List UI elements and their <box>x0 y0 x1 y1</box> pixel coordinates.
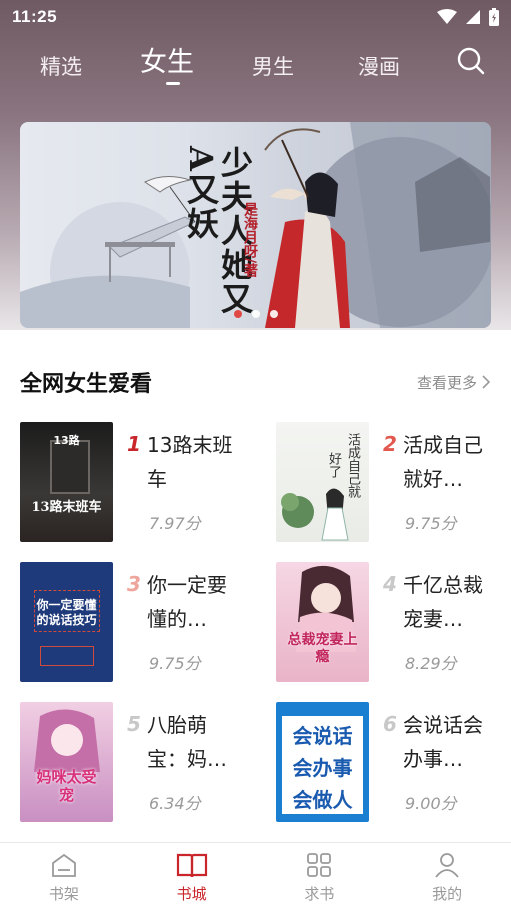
cover-title-text: 你一定要懂的说话技巧 <box>36 598 97 627</box>
cover-top-text: 13路 <box>53 434 80 447</box>
book-info: 4 千亿总裁宠妻… 8.29分 <box>383 562 491 682</box>
cover-title-text: 妈咪太受宠 <box>36 768 97 804</box>
tab-featured[interactable]: 精选 <box>40 51 82 81</box>
top-navigation: 精选 女生 男生 漫画 <box>0 36 511 96</box>
section-title: 全网女生爱看 <box>20 372 153 397</box>
banner-dot[interactable] <box>269 310 278 318</box>
book-rank: 6 <box>383 712 397 736</box>
search-icon[interactable] <box>456 46 486 76</box>
banner-pagination <box>20 310 491 318</box>
status-icons <box>437 8 499 26</box>
book-item[interactable]: 13路 13路末班车 1 13路末班车 7.97分 <box>20 422 276 542</box>
tab-comics[interactable]: 漫画 <box>358 51 400 81</box>
nav-request-book[interactable]: 求书 <box>256 843 384 911</box>
book-cover: 会说话会办事会做人 <box>276 702 369 822</box>
status-bar: 11:25 <box>0 0 511 34</box>
book-title: 活成自己就好… <box>403 433 483 491</box>
cover-title-text: 13路末班车 <box>31 500 102 515</box>
book-item[interactable]: 总裁宠妻上瘾 4 千亿总裁宠妻… 8.29分 <box>276 562 491 682</box>
tab-male[interactable]: 男生 <box>252 51 294 81</box>
book-score: 6.34分 <box>149 794 201 813</box>
nav-bookshelf[interactable]: 书架 <box>0 843 128 911</box>
book-grid: 13路 13路末班车 1 13路末班车 7.97分 活成自己就好了 2 活成自己… <box>20 422 491 822</box>
user-icon <box>435 852 459 878</box>
bookshelf-icon <box>51 853 76 877</box>
nav-bookstore[interactable]: 书城 <box>128 843 256 911</box>
nav-profile-label: 我的 <box>432 884 463 903</box>
grid-icon <box>307 852 332 877</box>
section-header: 全网女生爱看 查看更多 <box>20 362 491 402</box>
book-score: 9.00分 <box>405 794 457 813</box>
book-title: 八胎萌宝：妈… <box>147 713 227 771</box>
book-score: 7.97分 <box>149 514 201 533</box>
bottom-navigation: 书架 书城 求书 我的 <box>0 842 511 911</box>
book-cover: 活成自己就好了 <box>276 422 369 542</box>
nav-profile[interactable]: 我的 <box>383 843 511 911</box>
book-cover: 总裁宠妻上瘾 <box>276 562 369 682</box>
promo-banner[interactable]: 少夫人她又A又妖 是海月呀/著 <box>20 122 491 328</box>
book-score: 8.29分 <box>405 654 457 673</box>
nav-request-label: 求书 <box>304 884 335 903</box>
book-item[interactable]: 会说话会办事会做人 6 会说话会办事… 9.00分 <box>276 702 491 822</box>
book-title: 你一定要懂的… <box>147 573 227 631</box>
book-title: 13路末班车 <box>147 433 233 491</box>
book-rank: 3 <box>127 572 141 596</box>
book-cover: 妈咪太受宠 <box>20 702 113 822</box>
chevron-right-icon <box>482 375 491 389</box>
banner-author: 是海月呀/著 <box>242 202 258 278</box>
book-rank: 4 <box>383 572 397 596</box>
book-info: 2 活成自己就好… 9.75分 <box>383 422 491 542</box>
status-time: 11:25 <box>12 7 58 26</box>
book-info: 5 八胎萌宝：妈… 6.34分 <box>127 702 235 822</box>
book-info: 3 你一定要懂的… 9.75分 <box>127 562 235 682</box>
battery-icon <box>489 8 499 26</box>
nav-bookshelf-label: 书架 <box>48 884 79 903</box>
banner-dot-active[interactable] <box>233 310 242 318</box>
active-tab-indicator <box>166 82 180 85</box>
cover-illustration <box>281 488 349 541</box>
see-more-link[interactable]: 查看更多 <box>417 372 491 393</box>
book-score: 9.75分 <box>405 514 457 533</box>
open-book-icon <box>176 853 207 877</box>
book-rank: 5 <box>127 712 141 736</box>
nav-bookstore-label: 书城 <box>176 884 207 903</box>
book-cover: 你一定要懂的说话技巧 <box>20 562 113 682</box>
book-rank: 1 <box>127 432 141 456</box>
book-info: 6 会说话会办事… 9.00分 <box>383 702 491 822</box>
book-title: 千亿总裁宠妻… <box>403 573 483 631</box>
book-title: 会说话会办事… <box>403 713 483 771</box>
cover-title-text: 总裁宠妻上瘾 <box>287 632 358 665</box>
wifi-icon <box>437 9 457 24</box>
see-more-label: 查看更多 <box>416 373 477 392</box>
book-info: 1 13路末班车 7.97分 <box>127 422 235 542</box>
book-score: 9.75分 <box>149 654 201 673</box>
book-rank: 2 <box>383 432 397 456</box>
book-cover: 13路 13路末班车 <box>20 422 113 542</box>
cover-illustration <box>34 709 100 772</box>
signal-icon <box>466 10 480 24</box>
book-item[interactable]: 活成自己就好了 2 活成自己就好… 9.75分 <box>276 422 491 542</box>
cover-title-text: 会说话会办事会做人 <box>292 724 353 812</box>
banner-dot[interactable] <box>251 310 260 318</box>
book-item[interactable]: 你一定要懂的说话技巧 3 你一定要懂的… 9.75分 <box>20 562 276 682</box>
book-item[interactable]: 妈咪太受宠 5 八胎萌宝：妈… 6.34分 <box>20 702 276 822</box>
tab-female[interactable]: 女生 <box>140 40 194 79</box>
